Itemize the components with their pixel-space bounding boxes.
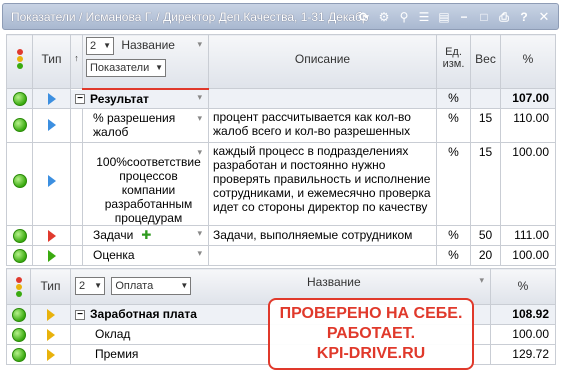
verified-stamp: ПРОВЕРЕНО НА СЕБЕ. РАБОТАЕТ. KPI-DRIVE.R… bbox=[268, 298, 474, 370]
kpi-row-tasks[interactable]: Задачи ✚ ▾ Задачи, выполняемые сотруднико… bbox=[6, 225, 556, 246]
weight-header[interactable]: Вес bbox=[470, 34, 501, 89]
settings-icon[interactable]: ⚙ bbox=[376, 9, 392, 25]
row-percent[interactable]: 111.00 bbox=[500, 225, 556, 246]
type-indicator-icon bbox=[46, 329, 55, 341]
row-percent[interactable]: 107.00 bbox=[500, 88, 556, 109]
maximize-icon[interactable]: □ bbox=[476, 9, 492, 25]
collapse-icon[interactable]: − bbox=[75, 309, 85, 320]
chevron-down-icon[interactable]: ▾ bbox=[197, 111, 202, 125]
kpi-row[interactable]: 100%соответствие процессов компании разр… bbox=[6, 142, 556, 226]
chevron-down-icon[interactable]: ▾ bbox=[197, 92, 202, 103]
row-description bbox=[208, 88, 437, 109]
row-percent[interactable]: 108.92 bbox=[490, 304, 556, 325]
minimize-icon[interactable]: − bbox=[456, 9, 472, 25]
stamp-line-3: KPI-DRIVE.RU bbox=[316, 345, 426, 362]
sort-header[interactable]: ↑ bbox=[70, 34, 83, 89]
row-description bbox=[208, 245, 437, 266]
type-header[interactable]: Тип bbox=[32, 34, 71, 89]
row-percent[interactable]: 110.00 bbox=[500, 108, 556, 143]
row-percent[interactable]: 100.00 bbox=[500, 142, 556, 226]
row-weight: 50 bbox=[470, 225, 501, 246]
kpi-row[interactable]: % разрешения жалоб ▾ процент рассчитывае… bbox=[6, 108, 556, 143]
chevron-down-icon[interactable]: ▾ bbox=[197, 248, 202, 259]
type-indicator-icon bbox=[46, 309, 55, 321]
percent-header[interactable]: % bbox=[500, 34, 556, 89]
row-weight: 15 bbox=[470, 142, 501, 226]
status-ok-icon bbox=[12, 174, 27, 188]
name-header-label[interactable]: Название bbox=[121, 38, 175, 52]
row-weight: 15 bbox=[470, 108, 501, 143]
row-weight: 20 bbox=[470, 245, 501, 266]
row-description: Задачи, выполняемые сотрудником bbox=[208, 225, 437, 246]
type-indicator-icon bbox=[47, 250, 56, 262]
row-weight bbox=[470, 88, 501, 109]
list-icon[interactable]: ☰ bbox=[416, 9, 432, 25]
status-ok-icon bbox=[11, 308, 26, 322]
row-percent[interactable]: 100.00 bbox=[490, 324, 556, 345]
status-ok-icon bbox=[12, 229, 27, 243]
window-titlebar: Показатели / Исманова Г. / Директор Деп.… bbox=[2, 3, 559, 30]
description-header[interactable]: Описание bbox=[208, 34, 437, 89]
chevron-down-icon[interactable]: ▾ bbox=[197, 228, 202, 239]
name-header: 2 Название ▾ Показатели bbox=[82, 34, 209, 90]
chevron-down-icon[interactable]: ▾ bbox=[479, 275, 484, 286]
unit-header[interactable]: Ед. изм. bbox=[436, 34, 471, 89]
type-header[interactable]: Тип bbox=[30, 268, 71, 305]
status-ok-icon bbox=[11, 328, 26, 342]
row-description: каждый процесс в подразделениях разработ… bbox=[208, 142, 437, 226]
row-percent[interactable]: 129.72 bbox=[490, 344, 556, 365]
indicators-filter-select[interactable]: Показатели bbox=[86, 59, 166, 77]
stamp-line-2: РАБОТАЕТ. bbox=[326, 325, 416, 342]
search-icon[interactable]: ⚲ bbox=[396, 9, 412, 25]
stamp-line-1: ПРОВЕРЕНО НА СЕБЕ. bbox=[279, 305, 463, 322]
add-task-icon[interactable]: ✚ bbox=[141, 228, 151, 242]
chevron-down-icon[interactable]: ▾ bbox=[197, 145, 202, 159]
status-ok-icon bbox=[12, 249, 27, 263]
collapse-icon[interactable]: − bbox=[75, 94, 85, 105]
close-icon[interactable]: ✕ bbox=[536, 9, 552, 25]
export-csv-icon[interactable]: ▤ bbox=[436, 9, 452, 25]
type-indicator-icon bbox=[47, 175, 56, 187]
row-unit: % bbox=[436, 88, 471, 109]
status-ok-icon bbox=[11, 348, 26, 362]
row-name: Заработная плата bbox=[90, 307, 197, 321]
row-unit: % bbox=[436, 225, 471, 246]
type-indicator-icon bbox=[47, 230, 56, 242]
traffic-light-header bbox=[6, 268, 31, 305]
type-indicator-icon bbox=[47, 119, 56, 131]
refresh-icon[interactable]: ⟳ bbox=[356, 9, 372, 25]
status-ok-icon bbox=[12, 92, 27, 106]
row-name: Задачи bbox=[93, 228, 134, 242]
type-indicator-icon bbox=[46, 349, 55, 361]
chevron-down-icon[interactable]: ▾ bbox=[197, 39, 202, 50]
row-unit: % bbox=[436, 108, 471, 143]
status-ok-icon bbox=[12, 118, 27, 132]
level-select[interactable]: 2 bbox=[75, 277, 105, 295]
row-unit: % bbox=[436, 142, 471, 226]
window-title: Показатели / Исманова Г. / Директор Деп.… bbox=[11, 10, 369, 24]
name-header-label[interactable]: Название bbox=[307, 275, 361, 289]
row-name: Оценка bbox=[93, 248, 135, 262]
row-name: Премия bbox=[95, 347, 139, 361]
traffic-light-header bbox=[6, 34, 33, 89]
kpi-table: Тип ↑ 2 Название ▾ Показатели Описание Е… bbox=[6, 34, 556, 266]
print-icon[interactable]: ⎙ bbox=[496, 9, 512, 25]
row-name: Оклад bbox=[95, 327, 131, 341]
row-percent[interactable]: 100.00 bbox=[500, 245, 556, 266]
row-name: 100%соответствие процессов компании разр… bbox=[96, 155, 201, 225]
percent-header[interactable]: % bbox=[490, 268, 556, 305]
payment-filter-select[interactable]: Оплата bbox=[111, 277, 192, 295]
kpi-row-result[interactable]: − Результат ▾ % 107.00 bbox=[6, 88, 556, 109]
level-select[interactable]: 2 bbox=[86, 37, 114, 55]
row-unit: % bbox=[436, 245, 471, 266]
row-description: процент рассчитывается как кол-во жалоб … bbox=[208, 108, 437, 143]
row-name: Результат bbox=[90, 91, 149, 106]
row-name: % разрешения жалоб bbox=[93, 111, 176, 139]
help-icon[interactable]: ? bbox=[516, 9, 532, 25]
titlebar-icons: ⟳ ⚙ ⚲ ☰ ▤ − □ ⎙ ? ✕ bbox=[356, 9, 552, 25]
kpi-row[interactable]: Оценка ▾ % 20 100.00 bbox=[6, 245, 556, 266]
type-indicator-icon bbox=[47, 93, 56, 105]
